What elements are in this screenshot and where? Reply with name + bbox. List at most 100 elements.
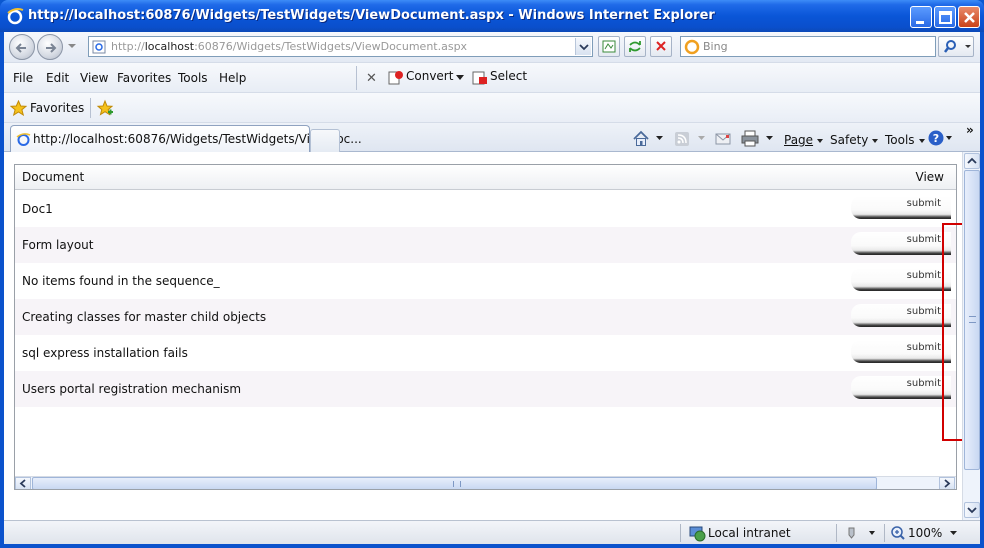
horizontal-scroll-thumb[interactable] [32, 477, 877, 489]
menu-file[interactable]: File [13, 71, 33, 85]
page-menu[interactable]: Page [784, 133, 824, 147]
home-icon[interactable] [632, 130, 650, 147]
scroll-right-button[interactable] [939, 477, 955, 489]
close-button[interactable] [958, 6, 980, 28]
select-button[interactable]: Select [490, 69, 527, 83]
more-commands-icon[interactable]: » [966, 123, 974, 137]
chevron-left-icon [19, 479, 26, 488]
chevron-down-icon[interactable] [766, 136, 774, 142]
column-header-view[interactable]: View [916, 170, 944, 184]
svg-text:?: ? [933, 132, 939, 145]
row-document: No items found in the sequence_ [22, 274, 220, 288]
menu-view[interactable]: View [80, 71, 108, 85]
stop-icon [656, 41, 666, 51]
title-bar[interactable]: http://localhost:60876/Widgets/TestWidge… [0, 0, 984, 32]
scroll-up-button[interactable] [964, 153, 980, 169]
stop-button[interactable] [650, 36, 672, 57]
status-separator [884, 524, 885, 542]
submit-button[interactable]: submit [851, 304, 951, 327]
maximize-icon [939, 11, 952, 24]
close-icon [964, 12, 975, 23]
tools-menu-label: Tools [885, 133, 915, 147]
refresh-icon [629, 41, 641, 52]
menu-edit[interactable]: Edit [46, 71, 69, 85]
vertical-scrollbar[interactable] [962, 152, 980, 520]
safety-menu[interactable]: Safety [830, 133, 879, 147]
scroll-down-button[interactable] [964, 502, 980, 518]
menu-separator [356, 66, 357, 90]
magnifier-icon [944, 40, 971, 53]
tab-bar: http://localhost:60876/Widgets/TestWidge… [4, 122, 980, 152]
column-header-document[interactable]: Document [22, 170, 84, 184]
chevron-down-icon[interactable] [656, 136, 664, 142]
local-intranet-icon [689, 526, 706, 542]
window-title: http://localhost:60876/Widgets/TestWidge… [28, 8, 715, 23]
menu-favorites[interactable]: Favorites [117, 71, 171, 85]
chevron-down-icon [967, 507, 977, 514]
compatibility-button[interactable] [598, 36, 620, 57]
chevron-down-icon[interactable] [950, 531, 958, 537]
protected-mode-icon[interactable] [844, 525, 878, 541]
tab-view-document[interactable]: http://localhost:60876/Widgets/TestWidge… [10, 125, 362, 152]
favorites-button[interactable]: Favorites [30, 101, 84, 115]
tools-menu[interactable]: Tools [885, 133, 925, 147]
table-row: Doc1 submit [15, 191, 956, 227]
row-document: Users portal registration mechanism [22, 382, 242, 396]
page-menu-label: Page [784, 133, 814, 147]
table-row: Creating classes for master child object… [15, 299, 956, 335]
bing-icon [684, 39, 700, 55]
convert-button[interactable]: Convert [406, 69, 453, 83]
page-icon [92, 40, 106, 54]
scroll-left-button[interactable] [15, 477, 31, 489]
grip-icon [969, 316, 976, 323]
page-content: Document View Doc1 submit Form layout su… [4, 152, 980, 520]
print-icon[interactable] [740, 130, 760, 147]
zoom-level[interactable]: 100% [908, 526, 942, 540]
row-document: Creating classes for master child object… [22, 310, 267, 324]
table-row: Form layout submit [15, 227, 956, 263]
add-favorite-icon[interactable] [96, 99, 114, 117]
submit-button[interactable]: submit [851, 268, 951, 291]
chevron-down-icon [579, 44, 589, 51]
forward-button[interactable] [37, 34, 63, 60]
table-row: Users portal registration mechanism subm… [15, 371, 956, 407]
new-tab-button[interactable] [310, 129, 340, 152]
maximize-button[interactable] [934, 6, 956, 28]
search-input[interactable]: Bing [680, 36, 936, 57]
chevron-down-icon[interactable] [456, 75, 464, 81]
close-toolbar-icon[interactable]: ✕ [366, 71, 377, 86]
row-document: Doc1 [22, 202, 53, 216]
vertical-scroll-thumb[interactable] [964, 170, 980, 470]
submit-button[interactable]: submit [851, 340, 951, 363]
table-row: sql express installation fails submit [15, 335, 956, 371]
chevron-up-icon [967, 157, 977, 164]
rss-feed-icon[interactable] [674, 131, 690, 147]
submit-button[interactable]: submit [851, 376, 951, 399]
help-icon[interactable]: ? [928, 129, 958, 148]
convert-icon [388, 71, 403, 85]
compatibility-icon [602, 40, 616, 53]
zoom-icon [891, 526, 905, 540]
chevron-down-icon[interactable] [698, 136, 706, 142]
refresh-button[interactable] [624, 36, 646, 57]
select-icon [472, 71, 487, 85]
submit-button[interactable]: submit [851, 232, 951, 255]
history-dropdown[interactable] [68, 44, 76, 48]
address-input[interactable]: http://localhost:60876/Widgets/TestWidge… [88, 36, 593, 57]
submit-button[interactable]: submit [851, 196, 951, 219]
search-placeholder: Bing [703, 40, 728, 53]
favorites-bar: Favorites [4, 92, 980, 122]
menu-tools[interactable]: Tools [178, 71, 208, 85]
back-button[interactable] [9, 34, 35, 60]
security-zone[interactable]: Local intranet [708, 526, 791, 540]
minimize-button[interactable] [910, 6, 932, 28]
row-document: Form layout [22, 238, 94, 252]
search-button[interactable] [938, 36, 974, 57]
grid-header: Document View [15, 165, 956, 190]
horizontal-scrollbar[interactable] [15, 476, 956, 489]
row-document: sql express installation fails [22, 346, 188, 360]
mail-icon[interactable] [714, 131, 732, 146]
address-dropdown[interactable] [575, 38, 591, 55]
arrow-right-icon [46, 43, 57, 53]
menu-help[interactable]: Help [219, 71, 246, 85]
